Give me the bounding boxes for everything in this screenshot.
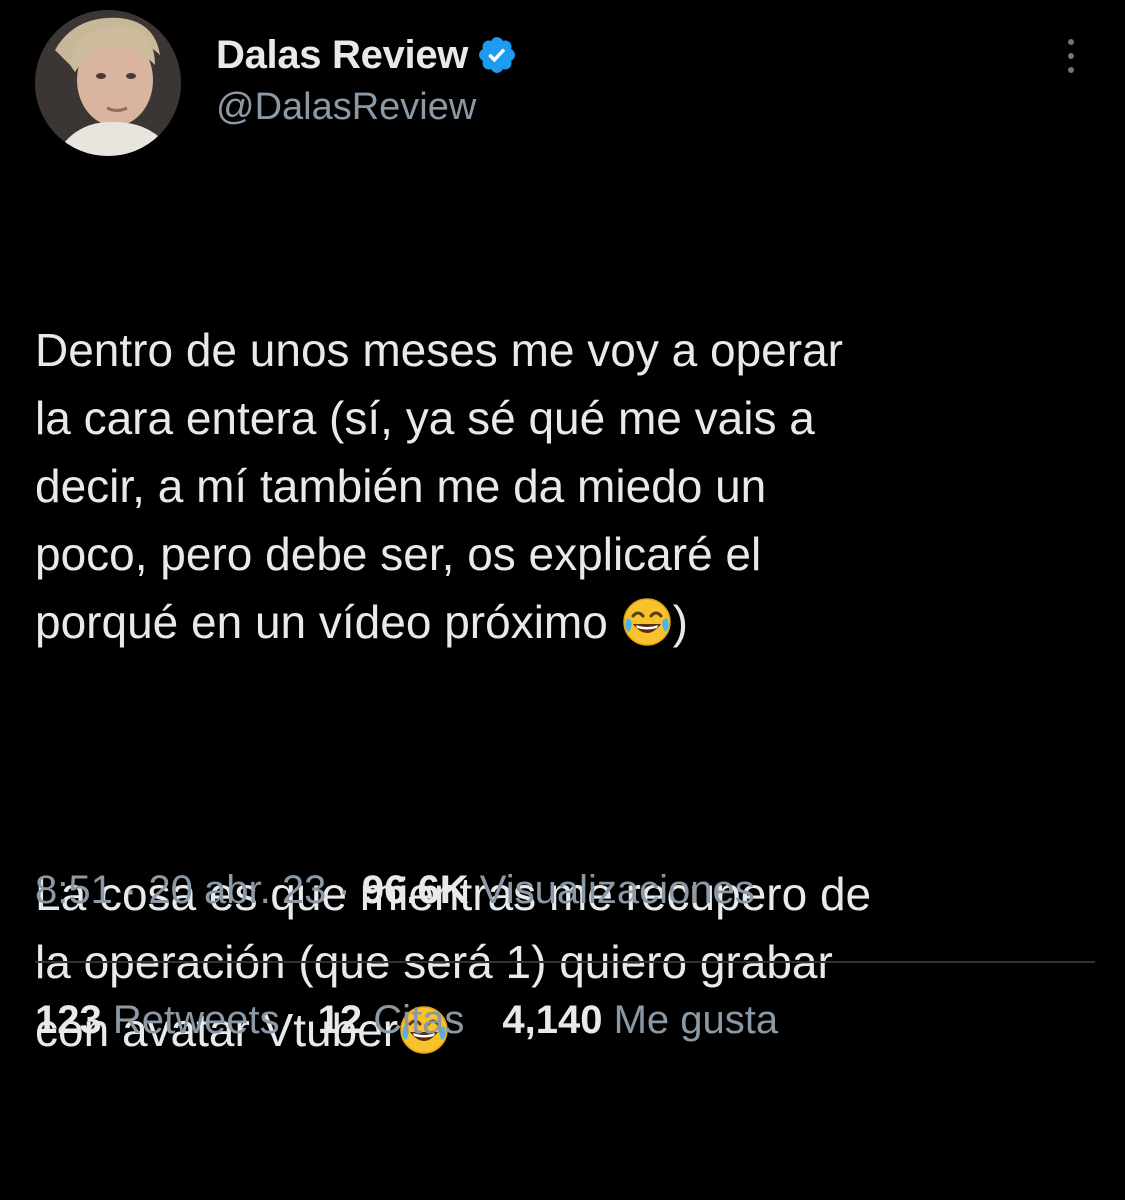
engagement-stats: 123 Retweets 12 Citas 4,140 Me gusta (35, 998, 778, 1043)
tweet-time[interactable]: 8:51 (35, 868, 113, 912)
retweets-count: 123 (35, 998, 102, 1042)
text-line: la cara entera (sí, ya sé qué me vais a (35, 392, 815, 444)
verified-badge-icon (476, 34, 518, 76)
tweet-detail: Dalas Review @DalasReview Dentro de unos… (0, 0, 1125, 1075)
text-line: Dentro de unos meses me voy a operar (35, 324, 843, 376)
tweet-date[interactable]: 20 abr. 23 (148, 868, 326, 912)
likes-stat[interactable]: 4,140 Me gusta (502, 998, 778, 1043)
divider (35, 961, 1095, 963)
text-line: decir, a mí también me da miedo un (35, 460, 767, 512)
text-line: poco, pero debe ser, os explicaré el (35, 528, 762, 580)
separator: · (112, 868, 149, 912)
author-block: Dalas Review @DalasReview (216, 30, 518, 129)
avatar-photo (35, 10, 181, 156)
avatar[interactable] (35, 10, 181, 156)
face-with-tears-of-joy-emoji-icon (621, 596, 673, 648)
retweets-label: Retweets (101, 998, 280, 1042)
likes-count: 4,140 (502, 998, 603, 1042)
separator: · (326, 868, 362, 912)
handle[interactable]: @DalasReview (216, 86, 518, 129)
views-label: Visualizaciones (468, 868, 755, 912)
quotes-count: 12 (317, 998, 363, 1042)
text-line: ) (672, 596, 688, 648)
text-line: porqué en un vídeo próximo (35, 596, 621, 648)
quotes-stat[interactable]: 12 Citas (318, 998, 465, 1043)
views-count: 96.6K (361, 868, 469, 912)
tweet-paragraph-1: Dentro de unos meses me voy a operar la … (35, 316, 1105, 656)
display-name-row: Dalas Review (216, 30, 518, 80)
quotes-label: Citas (362, 998, 465, 1042)
tweet-text: Dentro de unos meses me voy a operar la … (35, 180, 1105, 1200)
more-options-icon[interactable] (1060, 36, 1082, 76)
retweets-stat[interactable]: 123 Retweets (35, 998, 280, 1043)
likes-label: Me gusta (602, 998, 779, 1042)
display-name[interactable]: Dalas Review (216, 33, 468, 78)
tweet-meta: 8:51 · 20 abr. 23 · 96.6K Visualizacione… (35, 868, 755, 913)
